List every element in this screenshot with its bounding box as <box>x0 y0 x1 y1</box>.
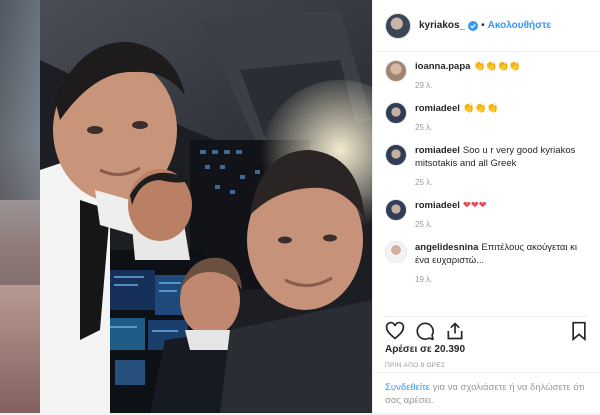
comments-list: ioanna.papa 👏👏👏👏 29 λ. romiadeel 👏👏👏 25 λ.… <box>373 52 600 312</box>
comment-text: ❤❤❤ <box>462 200 487 211</box>
comment-username[interactable]: romiadeel <box>415 200 460 211</box>
bookmark-icon[interactable] <box>569 321 589 341</box>
login-link[interactable]: Συνδεθείτε <box>385 382 430 393</box>
commenter-avatar[interactable] <box>385 199 407 221</box>
comment-item: romiadeel ❤❤❤ 25 λ. <box>373 191 600 233</box>
user-avatar[interactable] <box>385 12 411 39</box>
comment-time[interactable]: 19 λ. <box>415 275 589 284</box>
post-actions <box>385 316 589 345</box>
username-link[interactable]: kyriakos_ <box>419 20 465 31</box>
comment-time[interactable]: 25 λ. <box>415 178 589 187</box>
comment-item: romiadeel Soo u r very good kyriakos mits… <box>373 136 600 191</box>
post-photo[interactable] <box>40 0 372 413</box>
verified-icon <box>468 20 479 31</box>
background-photo <box>0 0 40 413</box>
comment-username[interactable]: ioanna.papa <box>415 61 470 72</box>
heart-icon[interactable] <box>385 321 405 341</box>
commenter-avatar[interactable] <box>385 102 407 124</box>
separator-dot: • <box>481 20 485 31</box>
comment-time[interactable]: 25 λ. <box>415 220 487 229</box>
cockpit-selfie-image <box>40 0 372 413</box>
share-icon[interactable] <box>445 321 465 341</box>
likes-count[interactable]: Αρέσει σε 20.390 <box>385 344 465 355</box>
post-sidebar: kyriakos_ • Ακολουθήστε ioanna.papa 👏👏👏👏 … <box>372 0 600 413</box>
comment-time[interactable]: 29 λ. <box>415 81 521 90</box>
commenter-avatar[interactable] <box>385 60 407 82</box>
comment-icon[interactable] <box>415 321 435 341</box>
comment-time[interactable]: 25 λ. <box>415 123 498 132</box>
comment-item: romiadeel 👏👏👏 25 λ. <box>373 94 600 136</box>
commenter-avatar[interactable] <box>385 241 407 263</box>
background-shade <box>0 0 40 200</box>
comment-username[interactable]: angelidesnina <box>415 242 478 253</box>
comment-username[interactable]: romiadeel <box>415 145 460 156</box>
post-header: kyriakos_ • Ακολουθήστε <box>373 0 600 52</box>
follow-button[interactable]: Ακολουθήστε <box>488 20 552 31</box>
comment-item: ioanna.papa 👏👏👏👏 29 λ. <box>373 52 600 94</box>
comment-username[interactable]: romiadeel <box>415 103 460 114</box>
comment-text: 👏👏👏 <box>462 103 499 114</box>
comment-text: 👏👏👏👏 <box>473 61 521 72</box>
comment-item: angelidesnina Επιτέλους ακούγεται κι ένα … <box>373 233 600 288</box>
post-timestamp[interactable]: ΠΡΙΝ ΑΠΟ 8 ΩΡΕΣ <box>385 362 445 369</box>
background-shade <box>0 285 40 413</box>
commenter-avatar[interactable] <box>385 144 407 166</box>
login-prompt: Συνδεθείτε για να σχολιάσετε ή να δηλώσε… <box>373 372 600 415</box>
